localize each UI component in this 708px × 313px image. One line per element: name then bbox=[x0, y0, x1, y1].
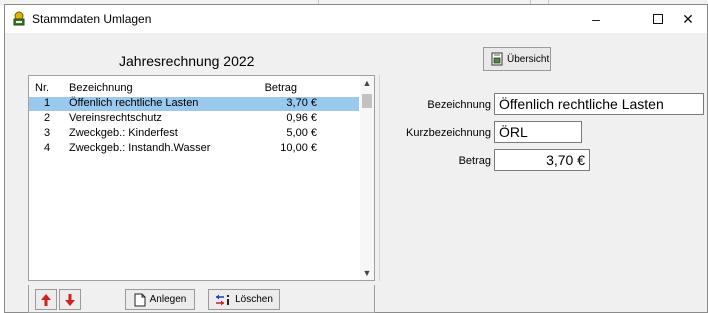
loeschen-label: Löschen bbox=[235, 294, 273, 305]
row-nr: 2 bbox=[44, 112, 51, 124]
list-item[interactable]: 2 Vereinsrechtschutz 0,96 € bbox=[29, 112, 359, 126]
row-betrag: 3,70 € bbox=[286, 97, 317, 109]
row-nr: 3 bbox=[44, 127, 51, 139]
list-item[interactable]: 4 Zweckgeb.: Instandh.Wasser 10,00 € bbox=[29, 142, 359, 156]
list-scrollbar[interactable]: ▲ ▼ bbox=[360, 76, 374, 280]
row-betrag: 0,96 € bbox=[286, 112, 317, 124]
list-toolbar: Anlegen Löschen bbox=[28, 285, 375, 313]
umlagen-list[interactable]: Nr. Bezeichnung Betrag 1 Öffenlich recht… bbox=[28, 75, 375, 281]
column-header-bezeichnung: Bezeichnung bbox=[69, 82, 133, 94]
arrow-down-icon bbox=[65, 293, 75, 306]
app-badge-icon bbox=[13, 11, 25, 26]
window-title: Stammdaten Umlagen bbox=[32, 12, 152, 26]
row-bezeichnung: Zweckgeb.: Kinderfest bbox=[69, 127, 178, 139]
new-document-icon bbox=[134, 293, 146, 306]
row-bezeichnung: Vereinsrechtschutz bbox=[69, 112, 162, 124]
row-betrag: 5,00 € bbox=[286, 127, 317, 139]
row-bezeichnung: Zweckgeb.: Instandh.Wasser bbox=[69, 142, 211, 154]
bezeichnung-field[interactable]: Öffenlich rechtliche Lasten bbox=[494, 93, 704, 115]
overview-icon bbox=[491, 52, 503, 66]
row-betrag: 10,00 € bbox=[280, 142, 317, 154]
row-bezeichnung: Öffenlich rechtliche Lasten bbox=[69, 97, 199, 109]
betrag-label: Betrag bbox=[458, 155, 491, 167]
overview-button[interactable]: Übersicht bbox=[483, 47, 551, 71]
detail-panel: Bezeichnung Öffenlich rechtliche Lasten … bbox=[379, 75, 707, 281]
scrollbar-thumb[interactable] bbox=[362, 94, 372, 108]
kurzbezeichnung-label: Kurzbezeichnung bbox=[405, 127, 491, 139]
move-down-button[interactable] bbox=[59, 289, 81, 310]
kurzbezeichnung-field[interactable]: ÖRL bbox=[494, 121, 582, 143]
move-up-button[interactable] bbox=[35, 289, 57, 310]
delete-icon bbox=[216, 294, 230, 305]
close-icon: ✕ bbox=[682, 10, 694, 27]
anlegen-label: Anlegen bbox=[149, 294, 187, 305]
column-header-betrag: Betrag bbox=[264, 82, 297, 94]
scroll-down-icon[interactable]: ▼ bbox=[360, 266, 374, 280]
maximize-icon bbox=[653, 14, 663, 24]
minimize-button[interactable]: – bbox=[573, 5, 619, 33]
scroll-up-icon[interactable]: ▲ bbox=[360, 76, 374, 90]
overview-button-label: Übersicht bbox=[507, 53, 550, 65]
list-header: Nr. Bezeichnung Betrag bbox=[29, 82, 359, 96]
list-item[interactable]: 3 Zweckgeb.: Kinderfest 5,00 € bbox=[29, 127, 359, 141]
anlegen-button[interactable]: Anlegen bbox=[125, 289, 195, 310]
year-label: Jahresrechnung 2022 bbox=[119, 53, 255, 69]
bezeichnung-label: Bezeichnung bbox=[427, 99, 491, 111]
betrag-field[interactable]: 3,70 € bbox=[494, 149, 590, 171]
row-nr: 1 bbox=[44, 97, 51, 109]
list-item[interactable]: 1 Öffenlich rechtliche Lasten 3,70 € bbox=[29, 97, 359, 111]
close-button[interactable]: ✕ bbox=[669, 5, 707, 33]
column-header-nr: Nr. bbox=[35, 82, 50, 94]
stammdaten-window: Stammdaten Umlagen – ✕ Jahresrechnung 20… bbox=[4, 4, 708, 313]
loeschen-button[interactable]: Löschen bbox=[208, 289, 280, 310]
row-nr: 4 bbox=[44, 142, 51, 154]
minimize-icon: – bbox=[592, 11, 600, 27]
arrow-up-icon bbox=[41, 293, 51, 306]
title-bar[interactable]: Stammdaten Umlagen – ✕ bbox=[5, 5, 707, 33]
